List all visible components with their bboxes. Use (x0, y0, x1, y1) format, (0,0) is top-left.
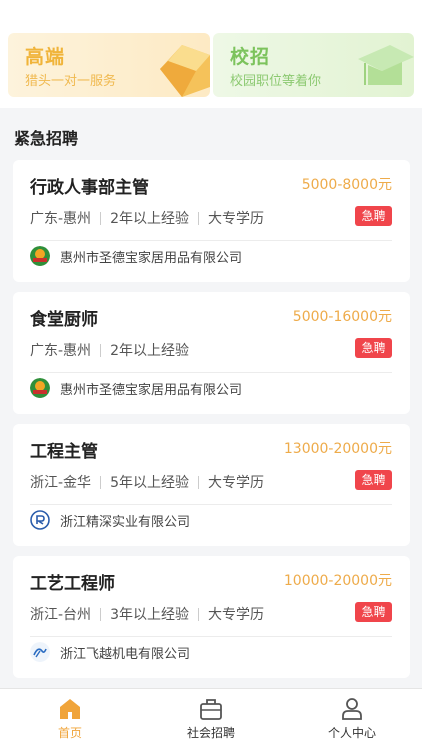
headhunter-banner[interactable]: 高端 猎头一对一服务 (8, 33, 210, 97)
campus-banner[interactable]: 校招 校园职位等着你 (213, 33, 414, 97)
divider (30, 636, 392, 637)
banner-title: 校招 (230, 46, 271, 68)
job-salary: 13000-20000元 (283, 441, 392, 457)
job-meta: 浙江-台州 3年以上经验 大专学历 (30, 604, 264, 624)
tab-label: 首页 (57, 726, 82, 740)
job-experience: 2年以上经验 (110, 343, 189, 359)
tab-label: 社会招聘 (186, 726, 235, 740)
divider (100, 475, 102, 489)
job-title: 行政人事部主管 (30, 178, 149, 198)
job-card[interactable]: 行政人事部主管 5000-8000元 广东-惠州 2年以上经验 大专学历 急聘 … (13, 160, 410, 282)
company-name: 浙江飞越机电有限公司 (60, 646, 191, 662)
urgent-badge: 急聘 (355, 338, 392, 358)
job-education: 大专学历 (207, 475, 264, 491)
top-banner-area: 高端 猎头一对一服务 校招 校园职位等着你 (0, 0, 422, 108)
job-experience: 5年以上经验 (110, 475, 189, 491)
bottom-tab-bar: 首页 社会招聘 个人中心 (0, 688, 422, 750)
job-card[interactable]: 工艺工程师 10000-20000元 浙江-台州 3年以上经验 大专学历 急聘 … (13, 556, 410, 678)
job-location: 浙江-金华 (30, 475, 92, 491)
user-icon (342, 698, 362, 720)
divider (197, 211, 199, 225)
divider (100, 343, 102, 357)
job-card[interactable]: 工程主管 13000-20000元 浙江-金华 5年以上经验 大专学历 急聘 浙… (13, 424, 410, 546)
job-location: 广东-惠州 (30, 211, 92, 227)
job-salary: 10000-20000元 (283, 573, 392, 589)
urgent-badge: 急聘 (355, 470, 392, 490)
divider (30, 240, 392, 241)
company-logo-icon (30, 246, 50, 266)
company-logo-icon (30, 510, 50, 530)
job-meta: 广东-惠州 2年以上经验 大专学历 (30, 208, 264, 228)
briefcase-icon (200, 699, 222, 720)
home-icon (60, 699, 80, 719)
job-experience: 3年以上经验 (110, 607, 189, 623)
company-row[interactable]: 惠州市圣德宝家居用品有限公司 (30, 246, 242, 266)
job-location: 浙江-台州 (30, 607, 92, 623)
job-education: 大专学历 (207, 607, 264, 623)
banner-title: 高端 (25, 46, 66, 68)
job-education: 大专学历 (207, 211, 264, 227)
company-logo-icon (30, 642, 50, 662)
tab-label: 个人中心 (327, 726, 376, 740)
section-title: 紧急招聘 (14, 129, 79, 148)
job-location: 广东-惠州 (30, 343, 92, 359)
tab-profile[interactable]: 个人中心 (282, 689, 422, 750)
job-card[interactable]: 食堂厨师 5000-16000元 广东-惠州 2年以上经验 急聘 惠州市圣德宝家… (13, 292, 410, 414)
divider (100, 211, 102, 225)
job-title: 工程主管 (30, 442, 98, 462)
divider (100, 607, 102, 621)
company-row[interactable]: 浙江飞越机电有限公司 (30, 642, 190, 662)
job-meta: 浙江-金华 5年以上经验 大专学历 (30, 472, 264, 492)
banner-subtitle: 校园职位等着你 (230, 74, 322, 89)
job-meta: 广东-惠州 2年以上经验 (30, 340, 189, 360)
company-name: 惠州市圣德宝家居用品有限公司 (60, 382, 243, 398)
urgent-badge: 急聘 (355, 602, 392, 622)
divider (30, 504, 392, 505)
tab-home[interactable]: 首页 (0, 689, 140, 750)
banner-subtitle: 猎头一对一服务 (25, 74, 117, 89)
job-title: 工艺工程师 (30, 574, 115, 594)
tab-social-recruitment[interactable]: 社会招聘 (141, 689, 281, 750)
urgent-badge: 急聘 (355, 206, 392, 226)
graduation-cap-icon (358, 45, 414, 85)
divider (197, 475, 199, 489)
job-salary: 5000-8000元 (301, 177, 392, 193)
cube-icon (160, 45, 210, 97)
job-salary: 5000-16000元 (292, 309, 392, 325)
job-experience: 2年以上经验 (110, 211, 189, 227)
job-title: 食堂厨师 (30, 310, 98, 330)
company-row[interactable]: 浙江精深实业有限公司 (30, 510, 190, 530)
company-logo-icon (30, 378, 50, 398)
divider (197, 607, 199, 621)
company-name: 惠州市圣德宝家居用品有限公司 (60, 250, 243, 266)
company-name: 浙江精深实业有限公司 (60, 514, 191, 530)
company-row[interactable]: 惠州市圣德宝家居用品有限公司 (30, 378, 242, 398)
divider (30, 372, 392, 373)
